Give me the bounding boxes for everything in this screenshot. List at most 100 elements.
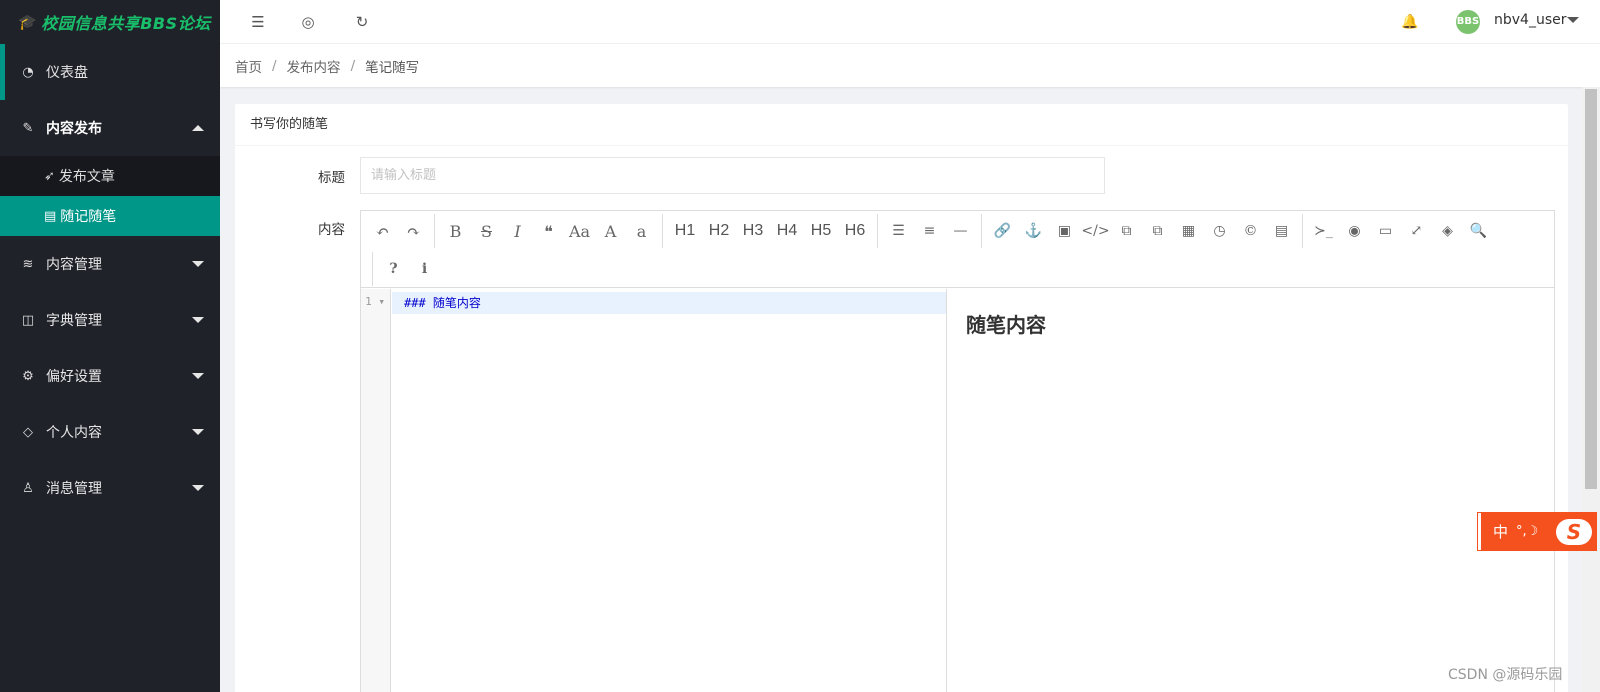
sidebar-item-label: 字典管理: [46, 313, 102, 329]
ime-language[interactable]: 中: [1493, 521, 1508, 542]
uppercase-icon[interactable]: Aa: [564, 216, 595, 246]
sidebar-item-personal[interactable]: ◇ 个人内容: [0, 404, 220, 460]
eye-slash-icon[interactable]: ◉: [1339, 216, 1370, 246]
info-icon[interactable]: i: [409, 254, 440, 284]
italic-icon[interactable]: I: [502, 216, 533, 246]
breadcrumb-current: 笔记随写: [365, 59, 420, 76]
chevron-down-icon: [192, 317, 204, 323]
editor-toolbar: ↶ ↷ B S I ❝ Aa A a H1 H2 H3 H4 H5 H6 ☰ ≡: [361, 211, 1554, 288]
markdown-code-pane[interactable]: 1 ▾ ### 随笔内容: [361, 289, 947, 692]
breadcrumb-separator: /: [350, 57, 356, 74]
sidebar-item-preferences[interactable]: ⚙ 偏好设置: [0, 348, 220, 404]
sidebar-subitem-label: 发布文章: [58, 169, 115, 185]
image-icon[interactable]: ▣: [1049, 216, 1080, 246]
brand-logo[interactable]: 🎓 校园信息共享BBS论坛: [0, 0, 220, 44]
breadcrumb-separator: /: [272, 57, 277, 74]
quote-icon[interactable]: ❝: [533, 216, 564, 246]
fullscreen-icon[interactable]: ⤢: [1401, 216, 1432, 246]
h5-icon[interactable]: H5: [804, 216, 838, 246]
code-icon[interactable]: </>: [1080, 216, 1111, 246]
gear-icon: ⚙: [22, 368, 34, 384]
sidebar-subitem-label: 随记随笔: [60, 209, 117, 225]
help-icon[interactable]: ?: [378, 254, 409, 284]
watermark: CSDN @源码乐园: [1448, 667, 1563, 683]
sidebar-item-content-management[interactable]: ≋ 内容管理: [0, 236, 220, 292]
editor-card: 书写你的随笔 标题 内容 ↶ ↷ B S I ❝ Aa A a H1 H2 H3…: [235, 104, 1568, 692]
search-icon[interactable]: 🔍: [1463, 216, 1494, 246]
desktop-icon[interactable]: ▭: [1370, 216, 1401, 246]
chevron-down-icon: [192, 429, 204, 435]
user-icon: ♙: [22, 480, 34, 496]
menu-collapse-icon[interactable]: ☰: [246, 10, 270, 34]
unordered-list-icon[interactable]: ☰: [883, 216, 914, 246]
sidebar-item-dictionary[interactable]: ◫ 字典管理: [0, 292, 220, 348]
globe-icon[interactable]: ◎: [296, 10, 320, 34]
datetime-icon[interactable]: ◷: [1204, 216, 1235, 246]
breadcrumb-publish[interactable]: 发布内容: [287, 56, 341, 76]
avatar[interactable]: BBS: [1456, 10, 1480, 34]
breadcrumb: 首页 / 发布内容 / 笔记随写: [220, 44, 1600, 87]
line-number-gutter: 1 ▾: [361, 289, 391, 692]
line-number: 1: [365, 295, 372, 308]
username[interactable]: nbv4_user: [1494, 12, 1567, 28]
sidebar-item-dashboard[interactable]: ◔ 仪表盘: [0, 44, 220, 100]
h2-icon[interactable]: H2: [702, 216, 736, 246]
layers-icon: ≋: [22, 256, 34, 272]
h1-icon[interactable]: H1: [668, 216, 702, 246]
dashboard-icon: ◔: [22, 64, 34, 80]
ime-toolbar[interactable]: 中 °,☽ S: [1477, 512, 1597, 551]
sidebar-subitem-publish-article[interactable]: ➶ 发布文章: [0, 156, 220, 196]
paper-plane-icon: ➶: [44, 168, 55, 184]
page-scrollbar[interactable]: [1582, 87, 1600, 692]
horizontal-rule-icon[interactable]: —: [945, 216, 976, 246]
ordered-list-icon[interactable]: ≡: [914, 216, 945, 246]
sidebar-item-label: 消息管理: [46, 481, 102, 497]
graduation-cap-icon: 🎓: [18, 13, 38, 31]
toolbar-divider: [662, 214, 663, 248]
breadcrumb-home[interactable]: 首页: [235, 56, 262, 76]
toolbar-divider: [434, 214, 435, 248]
top-header: ☰ ◎ ↻ 🔔 BBS nbv4_user: [220, 0, 1600, 44]
title-input[interactable]: [360, 157, 1105, 194]
content-label: 内容: [318, 222, 345, 238]
font-uppercase-icon[interactable]: A: [595, 216, 626, 246]
caret-down-icon[interactable]: [1567, 17, 1579, 23]
anchor-icon[interactable]: ⚓: [1018, 216, 1049, 246]
link-icon[interactable]: 🔗: [987, 216, 1018, 246]
redo-icon[interactable]: ↷: [398, 216, 429, 246]
markdown-preview-pane: 随笔内容: [948, 289, 1554, 692]
h3-icon[interactable]: H3: [736, 216, 770, 246]
pagebreak-icon[interactable]: ▤: [1266, 216, 1297, 246]
undo-icon[interactable]: ↶: [367, 216, 398, 246]
sidebar-item-label: 内容发布: [46, 121, 102, 137]
lowercase-icon[interactable]: a: [626, 216, 657, 246]
card-title: 书写你的随笔: [235, 104, 1568, 146]
markdown-editor: ↶ ↷ B S I ❝ Aa A a H1 H2 H3 H4 H5 H6 ☰ ≡: [360, 210, 1555, 692]
sidebar-item-content-publish[interactable]: ✎ 内容发布: [0, 100, 220, 156]
chevron-down-icon: [192, 485, 204, 491]
sogou-logo-icon[interactable]: S: [1556, 518, 1592, 545]
sidebar-subnav: ➶ 发布文章 ▤ 随记随笔: [0, 156, 220, 236]
chevron-down-icon: [192, 261, 204, 267]
table-icon[interactable]: ▦: [1173, 216, 1204, 246]
preview-heading: 随笔内容: [966, 315, 1046, 337]
strikethrough-icon[interactable]: S: [471, 216, 502, 246]
preformatted-code-icon[interactable]: ⧉: [1111, 216, 1142, 246]
refresh-icon[interactable]: ↻: [350, 10, 374, 34]
h6-icon[interactable]: H6: [838, 216, 872, 246]
chevron-down-icon: [192, 373, 204, 379]
code-block-icon[interactable]: ⧉: [1142, 216, 1173, 246]
code-line[interactable]: ### 随笔内容: [392, 292, 946, 314]
ime-punctuation[interactable]: °,☽: [1516, 524, 1538, 539]
scrollbar-thumb[interactable]: [1585, 89, 1597, 489]
bell-icon[interactable]: 🔔: [1398, 10, 1422, 34]
eraser-icon[interactable]: ◈: [1432, 216, 1463, 246]
terminal-icon[interactable]: ≻_: [1308, 216, 1339, 246]
sidebar-subitem-notes[interactable]: ▤ 随记随笔: [0, 196, 220, 236]
toolbar-divider: [1302, 214, 1303, 248]
sidebar-item-messages[interactable]: ♙ 消息管理: [0, 460, 220, 516]
h4-icon[interactable]: H4: [770, 216, 804, 246]
bold-icon[interactable]: B: [440, 216, 471, 246]
html-entities-icon[interactable]: ©: [1235, 216, 1266, 246]
brand-title: 校园信息共享BBS论坛: [41, 14, 211, 33]
